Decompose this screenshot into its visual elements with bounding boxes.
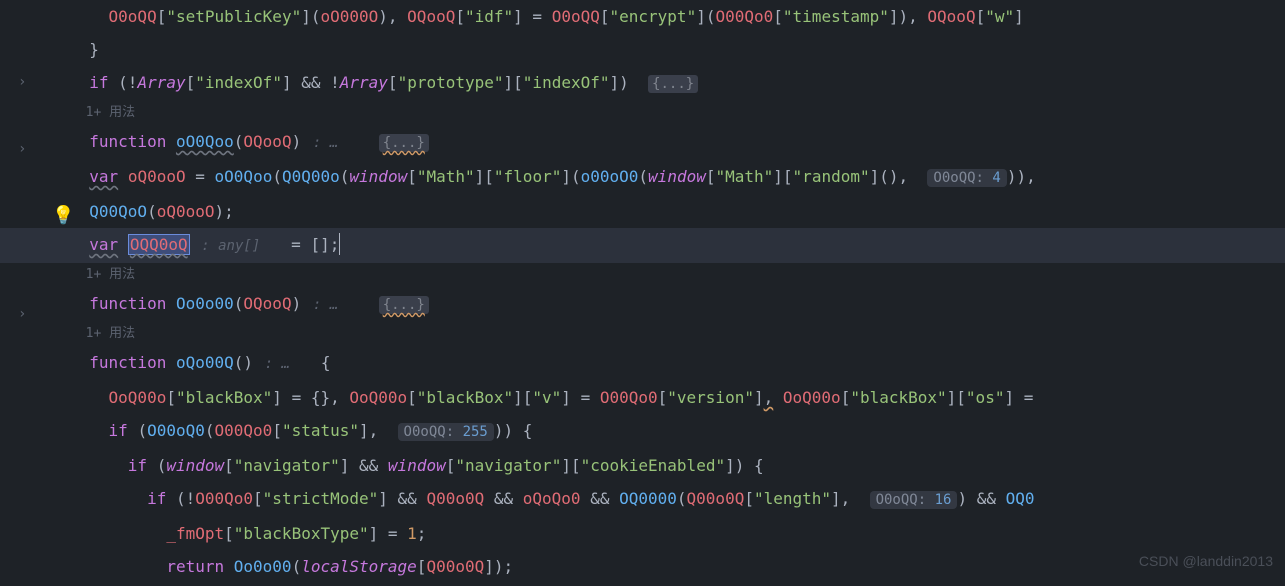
folded-region[interactable]: {...} xyxy=(648,75,698,93)
codelens[interactable]: 1+ 用法 xyxy=(70,322,1285,346)
folded-region[interactable]: {...} xyxy=(379,296,429,314)
code-line: var oQ0ooO = oO0Qoo(Q0Q00o(window["Math"… xyxy=(70,160,1285,195)
codelens[interactable]: 1+ 用法 xyxy=(70,101,1285,125)
fold-arrow[interactable]: › xyxy=(18,66,26,99)
inlay-hint: O0oQQ: 16 xyxy=(870,491,958,509)
text-cursor xyxy=(339,233,340,255)
codelens[interactable]: 1+ 用法 xyxy=(70,263,1285,287)
code-line: if (O00oQ0(O00Qo0["status"], O0oQQ: 255)… xyxy=(70,414,1285,449)
selected-identifier: OQQ0oQ xyxy=(130,235,188,254)
code-line: } xyxy=(70,33,1285,66)
fold-arrow[interactable]: › xyxy=(18,298,26,331)
code-line: if (window["navigator"] && window["navig… xyxy=(70,449,1285,482)
code-line: OoQ00o["blackBox"] = {}, OoQ00o["blackBo… xyxy=(70,381,1285,414)
code-line: Q00QoO(oQ0ooO); xyxy=(70,195,1285,228)
watermark: CSDN @landdin2013 xyxy=(1139,545,1273,578)
code-line: if (!O00Qo0["strictMode"] && Q00o0Q && o… xyxy=(70,482,1285,517)
code-line: return Oo0o00(localStorage[Q00o0Q]); xyxy=(70,550,1285,583)
identifier: O0oQQ xyxy=(109,7,157,26)
code-line: function Oo0o00(OQooQ) : … {...} xyxy=(70,287,1285,322)
code-line: function oO0Qoo(OQooQ) : … {...} xyxy=(70,125,1285,160)
fold-arrow[interactable]: › xyxy=(18,133,26,166)
code-line: if (!Array["indexOf"] && !Array["prototy… xyxy=(70,66,1285,101)
folded-region[interactable]: {...} xyxy=(379,134,429,152)
code-line: _fmOpt["blackBoxType"] = 1; xyxy=(70,517,1285,550)
code-line: O0oQQ["setPublicKey"](oO000O), OQooQ["id… xyxy=(70,0,1285,33)
code-area[interactable]: O0oQQ["setPublicKey"](oO000O), OQooQ["id… xyxy=(70,0,1285,586)
inlay-hint: O0oQQ: 255 xyxy=(398,423,494,441)
gutter: › › › 💡 xyxy=(0,0,70,586)
code-line: function oQo00Q() : … { xyxy=(70,346,1285,381)
inlay-hint: O0oQQ: 4 xyxy=(927,169,1006,187)
code-line-active: var OQQ0oQ : any[] = []; xyxy=(0,228,1285,263)
